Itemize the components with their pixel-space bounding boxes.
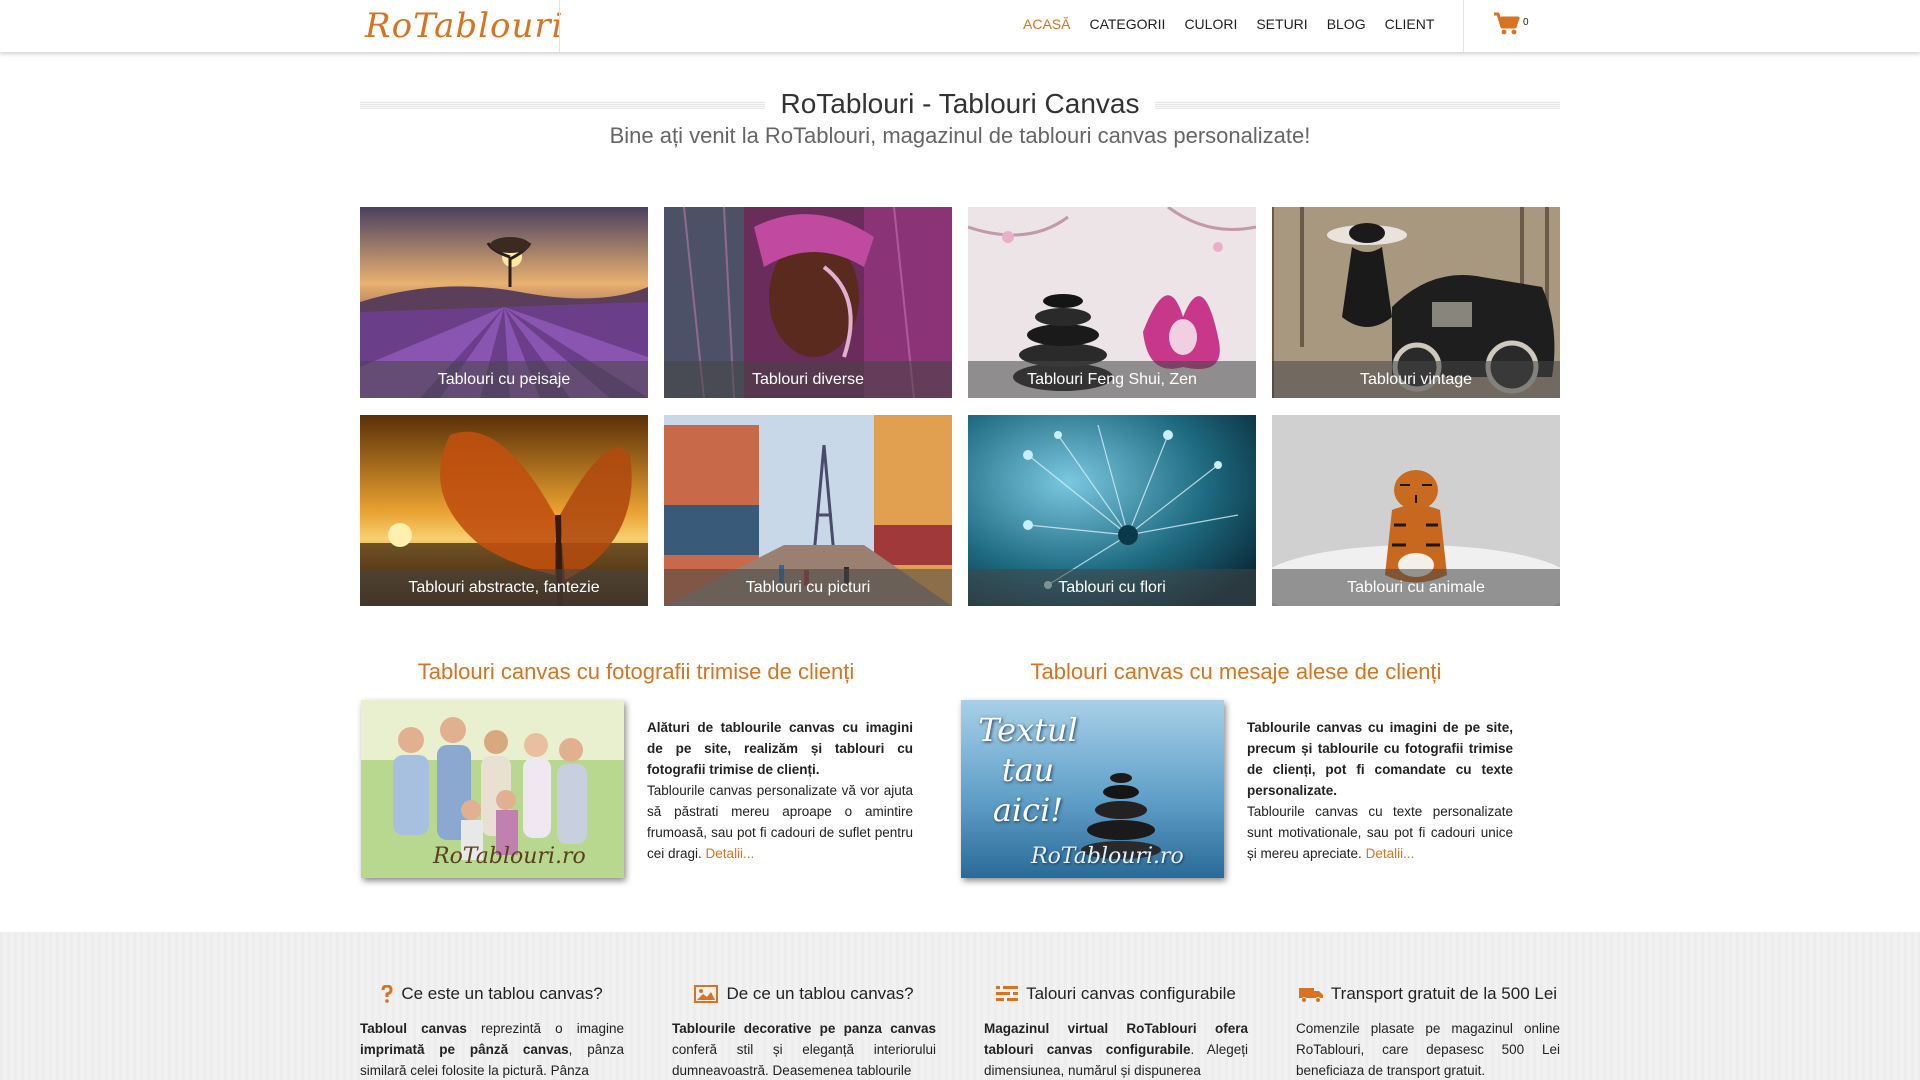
- category-card-peisaje[interactable]: Tablouri cu peisaje: [360, 207, 648, 398]
- details-link[interactable]: Detalii...: [1366, 846, 1415, 861]
- zen-text-canvas-image[interactable]: Textul tau aici! RoTablouri.ro: [961, 700, 1224, 878]
- category-label: Tablouri diverse: [664, 361, 952, 398]
- info-bold: Tablourile decorative pe panza canvas: [672, 1021, 936, 1036]
- info-body: Magazinul virtual RoTablouri ofera tablo…: [984, 1018, 1248, 1080]
- category-card-flori[interactable]: Tablouri cu flori: [968, 415, 1256, 606]
- category-label: Tablouri vintage: [1272, 361, 1560, 398]
- category-label: Tablouri Feng Shui, Zen: [968, 361, 1256, 398]
- feature-body-text: Tablourile canvas personalizate vă vor a…: [647, 783, 913, 861]
- feature-title-photos[interactable]: Tablouri canvas cu fotografii trimise de…: [360, 659, 912, 685]
- info-text: conferă stil și eleganță interiorului du…: [672, 1042, 936, 1078]
- site-logo[interactable]: RoTablouri: [365, 6, 564, 46]
- page-title: RoTablouri - Tablouri Canvas: [780, 88, 1140, 119]
- nav-item-blog[interactable]: BLOG: [1327, 16, 1366, 32]
- info-bold: imprimată pe pânză canvas: [360, 1042, 569, 1057]
- category-card-diverse[interactable]: Tablouri diverse: [664, 207, 952, 398]
- details-link[interactable]: Detalii...: [706, 846, 755, 861]
- info-block-what-is-canvas: Ce este un tablou canvas? Tabloul canvas…: [360, 982, 624, 1080]
- info-title: Talouri canvas configurabile: [1026, 984, 1236, 1003]
- nav-item-acasa[interactable]: ACASĂ: [1023, 16, 1070, 32]
- info-text: reprezintă o imagine: [466, 1021, 625, 1036]
- category-card-vintage[interactable]: Tablouri vintage: [1272, 207, 1560, 398]
- category-card-abstracte[interactable]: Tablouri abstracte, fantezie: [360, 415, 648, 606]
- info-body: Comenzile plasate pe magazinul online Ro…: [1296, 1018, 1560, 1080]
- page-title-row: RoTablouri - Tablouri Canvas: [360, 88, 1560, 124]
- page-subtitle: Bine ați venit la RoTablouri, magazinul …: [609, 123, 1311, 148]
- category-label: Tablouri cu picturi: [664, 569, 952, 606]
- info-bold: Tabloul canvas: [360, 1021, 467, 1036]
- info-block-configurable: Talouri canvas configurabile Magazinul v…: [984, 982, 1248, 1080]
- info-title: Transport gratuit de la 500 Lei: [1330, 984, 1558, 1003]
- cart-count: 0: [1523, 17, 1529, 28]
- category-card-feng-shui[interactable]: Tablouri Feng Shui, Zen: [968, 207, 1256, 398]
- category-label: Tablouri cu flori: [968, 569, 1256, 606]
- site-header: RoTablouri ACASĂ CATEGORII CULORI SETURI…: [0, 0, 1920, 52]
- category-label: Tablouri abstracte, fantezie: [360, 569, 648, 606]
- main-nav: ACASĂ CATEGORII CULORI SETURI BLOG CLIEN…: [1023, 16, 1453, 32]
- info-section: [0, 932, 1920, 1080]
- info-body: Tabloul canvas reprezintă o imagine impr…: [360, 1018, 624, 1080]
- question-icon: [381, 985, 393, 1003]
- feature-text-messages: Tablourile canvas cu imagini de pe site,…: [1247, 717, 1513, 864]
- nav-item-culori[interactable]: CULORI: [1184, 16, 1237, 32]
- nav-item-client[interactable]: CLIENT: [1385, 16, 1435, 32]
- category-label: Tablouri cu animale: [1272, 569, 1560, 606]
- header-divider: [1463, 0, 1464, 52]
- info-title: De ce un tablou canvas?: [726, 984, 914, 1003]
- image-text-overlay: Textul tau aici!: [978, 711, 1078, 829]
- image-watermark: RoTablouri.ro: [1031, 844, 1184, 869]
- category-label: Tablouri cu peisaje: [360, 361, 648, 398]
- truck-icon: [1298, 985, 1323, 1003]
- configure-icon: [996, 985, 1019, 1003]
- picture-icon: [694, 985, 719, 1003]
- feature-text-photos: Alături de tablourile canvas cu imagini …: [647, 717, 913, 864]
- image-watermark: RoTablouri.ro: [433, 844, 586, 869]
- nav-item-categorii[interactable]: CATEGORII: [1089, 16, 1165, 32]
- category-card-picturi[interactable]: Tablouri cu picturi: [664, 415, 952, 606]
- nav-item-seturi[interactable]: SETURI: [1256, 16, 1307, 32]
- shopping-cart-icon[interactable]: [1493, 12, 1521, 41]
- category-card-animale[interactable]: Tablouri cu animale: [1272, 415, 1560, 606]
- feature-bold-text: Alături de tablourile canvas cu imagini …: [647, 720, 913, 777]
- info-block-why-canvas: De ce un tablou canvas? Tablourile decor…: [672, 982, 936, 1080]
- info-body: Tablourile decorative pe panza canvas co…: [672, 1018, 936, 1080]
- info-block-free-shipping: Transport gratuit de la 500 Lei Comenzil…: [1296, 982, 1560, 1080]
- info-text: Comenzile plasate pe magazinul online Ro…: [1296, 1021, 1560, 1078]
- cart-button[interactable]: 0: [1493, 12, 1529, 41]
- feature-bold-text: Tablourile canvas cu imagini de pe site,…: [1247, 720, 1513, 798]
- info-title: Ce este un tablou canvas?: [401, 984, 603, 1003]
- family-photo-canvas-image[interactable]: RoTablouri.ro: [361, 700, 624, 878]
- feature-title-messages[interactable]: Tablouri canvas cu mesaje alese de clien…: [960, 659, 1512, 685]
- header-divider: [559, 0, 560, 52]
